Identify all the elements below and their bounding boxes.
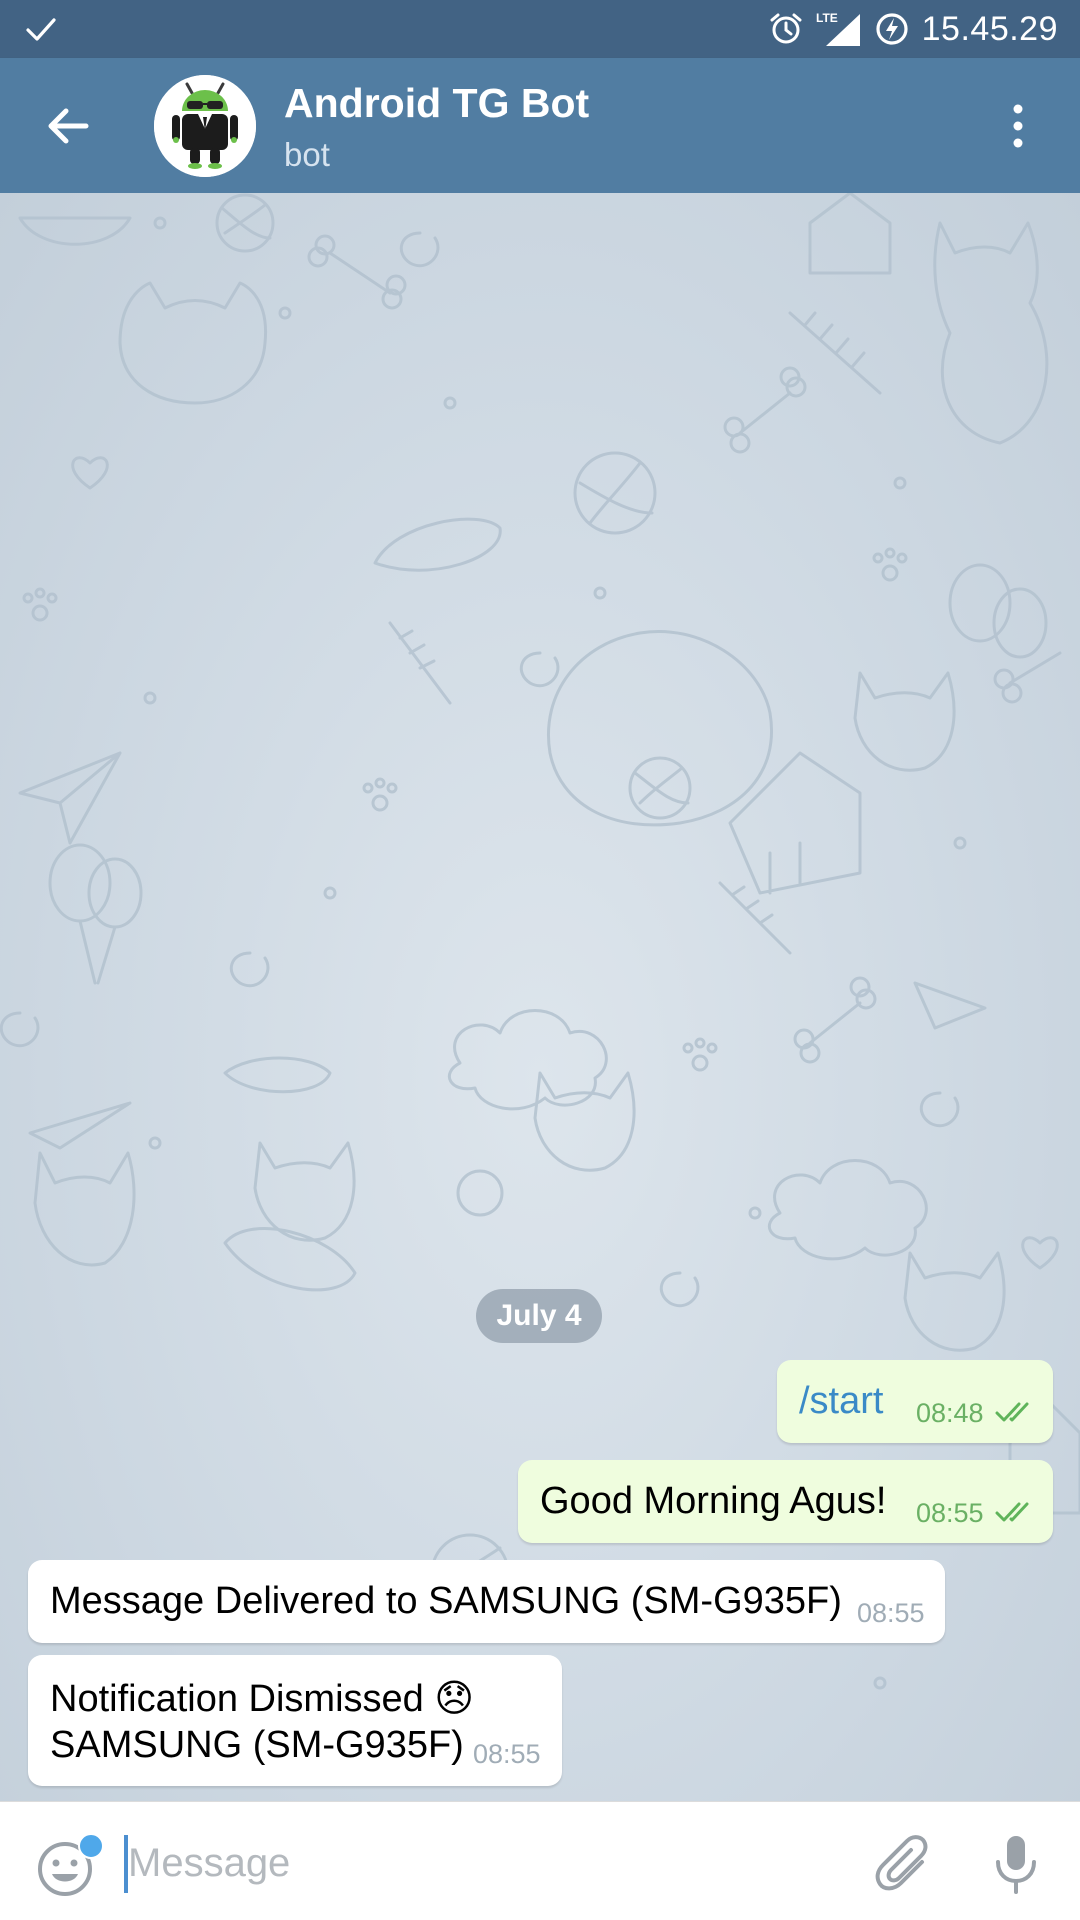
attach-paperclip-icon[interactable] [874, 1834, 936, 1896]
sad-face-emoji: 😞 [434, 1676, 474, 1720]
check-icon [26, 18, 56, 41]
notification-dot [78, 1833, 104, 1859]
incoming-message-bubble[interactable]: Notification Dismissed 😞 SAMSUNG (SM-G93… [28, 1655, 562, 1786]
message-input-bar [0, 1801, 1080, 1920]
message-input[interactable] [128, 1832, 848, 1894]
android-bot-avatar-icon [154, 75, 256, 177]
chat-message-list[interactable]: July 4 /start 08:48 Good Morning Agus! 0… [0, 193, 1080, 1801]
message-text: Good Morning Agus! [540, 1480, 887, 1522]
outgoing-message-bubble[interactable]: Good Morning Agus! 08:55 [518, 1460, 1053, 1543]
date-separator: July 4 [476, 1289, 602, 1343]
incoming-message-bubble[interactable]: Message Delivered to SAMSUNG (SM-G935F) … [28, 1560, 945, 1643]
message-time: 08:55 [857, 1598, 925, 1628]
outgoing-message-bubble[interactable]: /start 08:48 [777, 1360, 1053, 1443]
signal-icon: LTE [816, 11, 860, 46]
more-vertical-icon[interactable] [986, 94, 1050, 158]
message-time: 08:48 [916, 1398, 984, 1428]
message-time: 08:55 [916, 1498, 984, 1528]
chat-title[interactable]: Android TG Bot [284, 80, 589, 127]
message-time: 08:55 [473, 1739, 541, 1769]
status-icons: LTE 15.45.29 [768, 0, 1058, 58]
message-text-line2: SAMSUNG (SM-G935F) [50, 1724, 464, 1766]
alarm-icon [770, 13, 802, 44]
double-check-read-icon [995, 1502, 1029, 1522]
message-text: Notification Dismissed 😞 SAMSUNG (SM-G93… [50, 1675, 474, 1768]
microphone-icon[interactable] [986, 1832, 1046, 1898]
back-arrow-icon[interactable] [36, 94, 100, 158]
chat-header: Android TG Bot bot [0, 58, 1080, 193]
status-time: 15.45.29 [921, 9, 1058, 48]
network-type-label: LTE [816, 11, 838, 25]
telegram-chat-screen: LTE 15.45.29 Android TG Bot bot July 4 /… [0, 0, 1080, 1920]
status-bar: LTE 15.45.29 [0, 0, 1080, 58]
message-text[interactable]: /start [799, 1380, 883, 1423]
chat-subtitle: bot [284, 136, 330, 173]
message-text-line1: Notification Dismissed [50, 1678, 424, 1720]
message-text: Message Delivered to SAMSUNG (SM-G935F) [50, 1580, 842, 1622]
double-check-read-icon [995, 1402, 1029, 1422]
bot-avatar[interactable] [154, 75, 256, 177]
battery-charging-icon [876, 13, 908, 45]
